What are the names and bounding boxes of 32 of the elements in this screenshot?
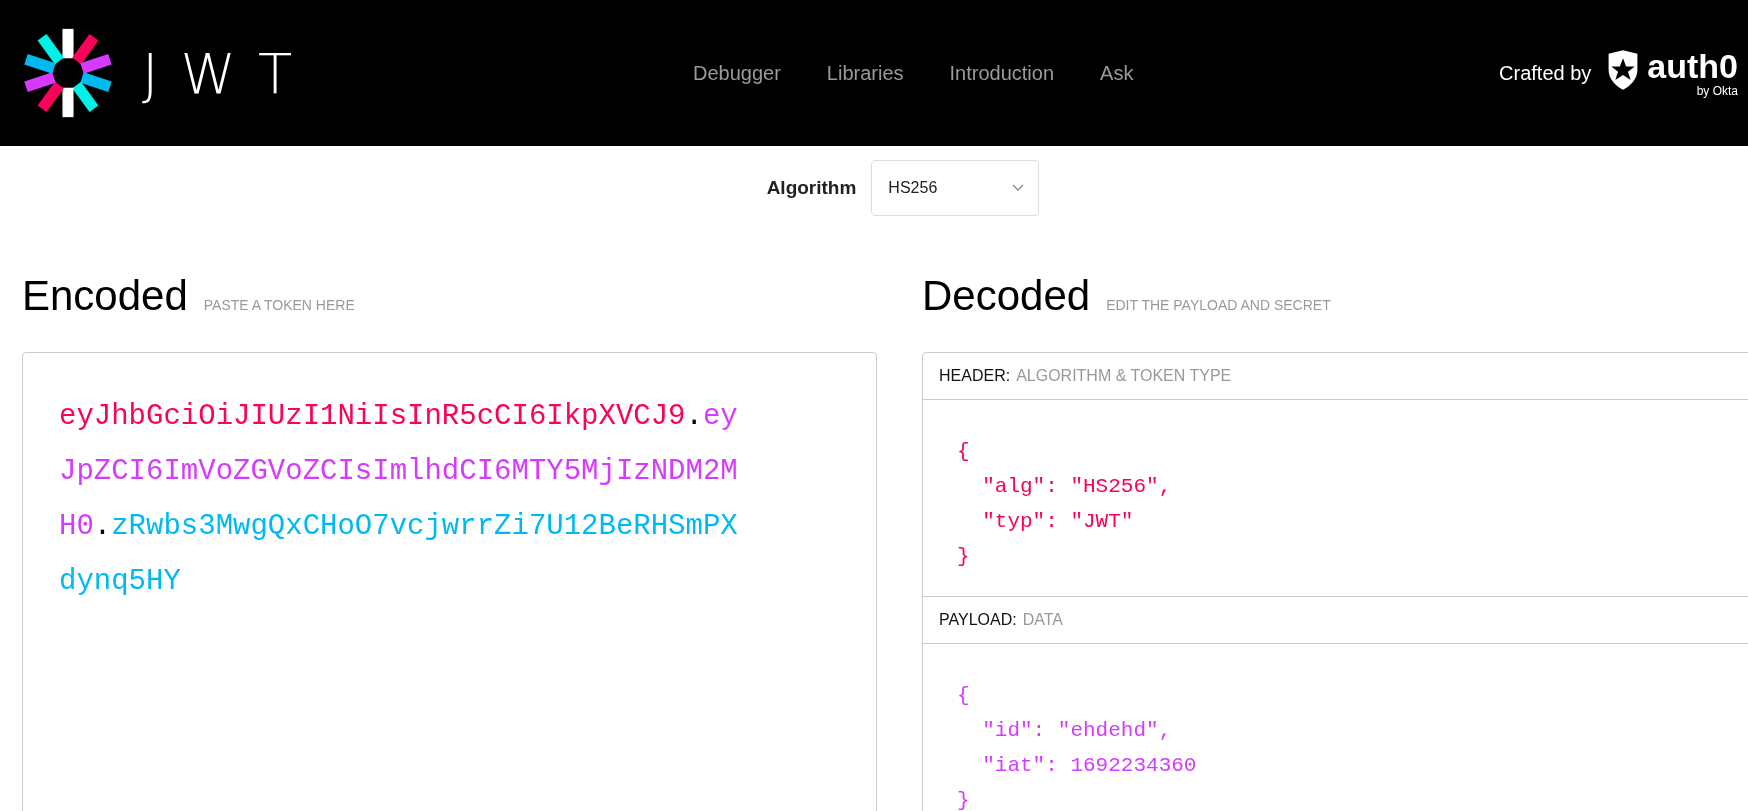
json-editor[interactable]: { "id": "ehdehd", "iat": 1692234360 } xyxy=(923,644,1748,811)
logo-wordmark[interactable]: auth0 xyxy=(1647,48,1738,84)
chevron-down-icon xyxy=(1012,184,1025,192)
nav-link[interactable]: Libraries xyxy=(826,61,904,85)
code-line: { xyxy=(957,439,971,465)
code-line: } xyxy=(957,788,971,811)
nav-link[interactable]: Debugger xyxy=(693,61,781,85)
logo-wordmark[interactable]: JWT xyxy=(142,40,315,106)
section-sublabel: DATA xyxy=(1022,611,1063,629)
decoded-title: Decoded xyxy=(922,272,1091,320)
code-line: "typ": "JWT" xyxy=(981,509,1135,535)
encoded-hint: PASTE A TOKEN HERE xyxy=(203,297,355,313)
encoded-token-text: eyJhbGciOiJIUzI1NiIsInR5cCI6IkpXVCJ9.eyJpZCI6ImVoZGVoZCIsImlhdCI6MTY5MjIzNDM2MH0.zRwbs3MwgQxCHoO7vcjwrrZi7U12BeRHSmPXdynq5HY xyxy=(59,399,739,600)
json-editor[interactable]: { "alg": "HS256", "typ": "JWT" } xyxy=(923,400,1748,597)
code-line: } xyxy=(957,544,971,570)
algorithm-select[interactable]: HS256 xyxy=(871,160,1040,216)
algorithm-label: Algorithm xyxy=(766,177,857,199)
code-line: { xyxy=(957,683,971,709)
encoded-title: Encoded xyxy=(22,272,188,320)
section-label: HEADER: xyxy=(939,367,1011,385)
crafted-by-text: Crafted by xyxy=(1499,61,1592,85)
section-label: PAYLOAD: xyxy=(939,611,1017,629)
token-input[interactable]: eyJhbGciOiJIUzI1NiIsInR5cCI6IkpXVCJ9.eyJpZCI6ImVoZGVoZCIsImlhdCI6MTY5MjIzNDM2MH0.zRwbs3MwgQxCHoO7vcjwrrZi7U12BeRHSmPXdynq5HY xyxy=(22,352,877,811)
starburst-logo-icon[interactable] xyxy=(22,27,114,119)
logo-subtitle: by Okta xyxy=(1696,84,1738,98)
decoded-hint: EDIT THE PAYLOAD AND SECRET xyxy=(1106,297,1331,313)
code-line: "iat": 1692234360 xyxy=(981,753,1198,779)
nav-link[interactable]: Introduction xyxy=(949,61,1055,85)
nav-link[interactable]: Ask xyxy=(1100,61,1134,85)
section-sublabel: ALGORITHM & TOKEN TYPE xyxy=(1016,367,1232,385)
code-line: "alg": "HS256", xyxy=(981,474,1173,500)
code-line: "id": "ehdehd", xyxy=(981,718,1173,744)
